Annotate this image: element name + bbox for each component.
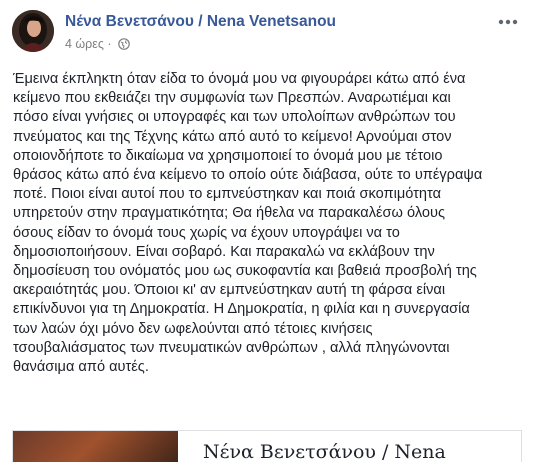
post-header: Νένα Βενετσάνου / Nena Venetsanou 4 ώρες…: [12, 10, 526, 58]
shared-post-author: Νένα Βενετσάνου / Nena: [203, 441, 446, 462]
avatar-photo: [12, 10, 54, 52]
more-dots-icon: [498, 19, 518, 25]
post-body-text: Έμεινα έκπληκτη όταν είδα το όνομά μου ν…: [13, 71, 483, 376]
author-name[interactable]: Νένα Βενετσάνου / Nena Venetsanou: [65, 13, 336, 31]
post-meta: 4 ώρες ·: [65, 37, 130, 51]
facebook-post: Νένα Βενετσάνου / Nena Venetsanou 4 ώρες…: [0, 0, 534, 462]
avatar[interactable]: [12, 10, 54, 52]
shared-post-preview[interactable]: Νένα Βενετσάνου / Nena: [12, 430, 522, 462]
post-timestamp[interactable]: 4 ώρες ·: [65, 37, 112, 51]
more-options-button[interactable]: [494, 14, 522, 30]
shared-post-photo: [13, 431, 178, 462]
globe-icon[interactable]: [117, 38, 130, 50]
